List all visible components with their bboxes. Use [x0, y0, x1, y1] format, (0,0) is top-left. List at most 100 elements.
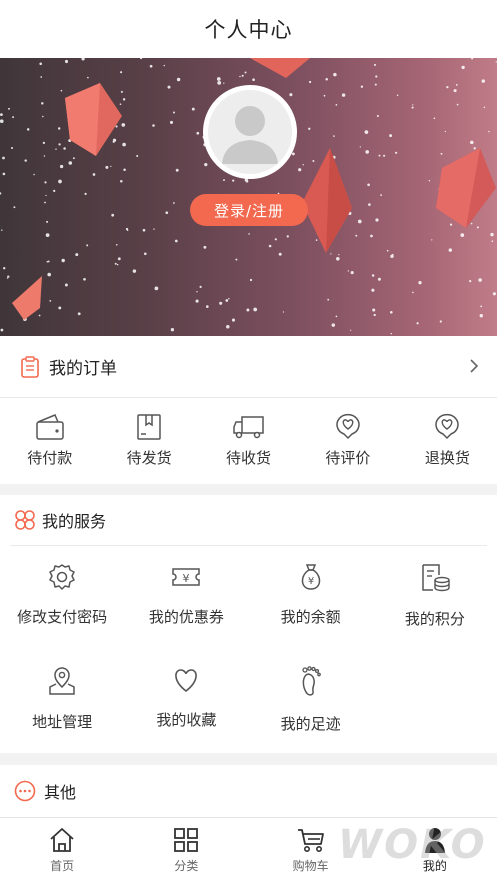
star-dot: [291, 152, 295, 156]
tab-home[interactable]: 首页: [0, 818, 124, 883]
order-pending-payment[interactable]: 待付款: [0, 413, 99, 484]
profile-banner: 登录/注册: [0, 58, 497, 336]
service-change-pay-password[interactable]: 修改支付密码: [0, 546, 124, 649]
service-label: 我的收藏: [156, 711, 217, 729]
star-dot: [75, 253, 79, 257]
star-dot: [72, 157, 75, 160]
star-dot: [0, 192, 2, 195]
star-dot: [478, 278, 482, 282]
star-dot: [120, 179, 123, 183]
avatar[interactable]: [203, 85, 297, 179]
star-dot: [120, 90, 123, 93]
order-pending-review[interactable]: 待评价: [298, 413, 397, 484]
star-dot: [418, 281, 422, 285]
star-dot: [377, 277, 381, 281]
star-dot: [170, 328, 175, 332]
chevron-right-icon[interactable]: [469, 358, 479, 374]
star-dot: [0, 119, 4, 124]
star-dot: [205, 305, 209, 308]
star-dot: [253, 307, 258, 312]
star-dot: [7, 275, 10, 278]
star-dot: [368, 203, 371, 206]
star-dot: [372, 308, 376, 312]
star-dot: [449, 223, 453, 226]
star-dot: [223, 82, 225, 84]
star-dot: [81, 58, 85, 61]
star-dot: [12, 116, 15, 119]
star-dot: [383, 154, 386, 157]
service-points[interactable]: 我的积分: [373, 546, 497, 649]
star-dot: [371, 288, 375, 292]
star-dot: [0, 328, 4, 332]
star-dot: [244, 71, 247, 74]
star-dot: [367, 183, 370, 187]
star-dot: [325, 78, 328, 81]
star-dot: [390, 254, 394, 259]
star-dot: [120, 71, 123, 74]
other-section[interactable]: 其他: [0, 765, 497, 817]
order-pending-receipt[interactable]: 待收货: [199, 413, 298, 484]
more-dots-icon: [14, 780, 36, 802]
star-dot: [223, 179, 225, 182]
star-dot: [412, 291, 414, 294]
clipboard-icon: [21, 355, 39, 378]
star-dot: [252, 78, 255, 82]
star-dot: [63, 147, 66, 150]
star-dot: [428, 179, 431, 182]
login-register-button[interactable]: 登录/注册: [190, 194, 308, 226]
star-dot: [364, 130, 369, 134]
star-dot: [350, 329, 352, 331]
star-dot: [42, 141, 46, 145]
star-dot: [122, 98, 126, 101]
orders-header[interactable]: 我的订单: [0, 336, 497, 398]
star-dot: [3, 267, 6, 270]
star-dot: [239, 75, 241, 78]
star-dot: [470, 140, 474, 145]
star-dot: [396, 94, 399, 97]
star-dot: [55, 148, 57, 150]
star-dot: [61, 258, 65, 263]
star-dot: [225, 299, 229, 302]
star-dot: [199, 285, 202, 289]
service-label: 修改支付密码: [17, 608, 108, 626]
service-address[interactable]: 地址管理: [0, 649, 124, 752]
package-icon: [137, 414, 161, 440]
star-dot: [350, 271, 354, 275]
tab-category[interactable]: 分类: [124, 818, 248, 883]
order-returns[interactable]: 退换货: [398, 413, 497, 484]
star-dot: [456, 103, 459, 106]
star-dot: [195, 299, 199, 303]
star-dot: [153, 228, 155, 230]
star-dot: [433, 117, 436, 120]
star-dot: [132, 269, 137, 273]
star-dot: [308, 80, 312, 84]
order-status-row: 待付款 待发货 待收货 待评价 退换货: [0, 398, 497, 484]
star-dot: [341, 93, 346, 97]
star-dot: [360, 85, 364, 88]
service-balance[interactable]: ¥ 我的余额: [249, 546, 373, 649]
service-coupons[interactable]: ¥ 我的优惠券: [124, 546, 248, 649]
star-dot: [64, 59, 69, 64]
star-dot: [365, 150, 370, 154]
star-dot: [196, 291, 198, 293]
star-dot: [149, 64, 153, 68]
star-dot: [2, 156, 5, 160]
cart-icon: [297, 829, 324, 852]
star-dot: [386, 249, 389, 252]
star-dot: [333, 72, 337, 77]
star-dot: [312, 160, 315, 162]
order-pending-shipment[interactable]: 待发货: [99, 413, 198, 484]
service-label: 我的积分: [404, 610, 465, 628]
star-dot: [376, 114, 379, 118]
service-favorites[interactable]: 我的收藏: [124, 649, 248, 752]
star-dot: [330, 253, 332, 255]
star-dot: [116, 263, 119, 266]
star-dot: [357, 219, 362, 224]
service-footprints[interactable]: 我的足迹: [249, 649, 373, 752]
star-dot: [483, 106, 486, 109]
star-dot: [241, 74, 244, 77]
user-silhouette-icon: [222, 106, 278, 164]
star-dot: [44, 201, 46, 204]
star-dot: [232, 179, 235, 182]
star-dot: [431, 239, 433, 241]
